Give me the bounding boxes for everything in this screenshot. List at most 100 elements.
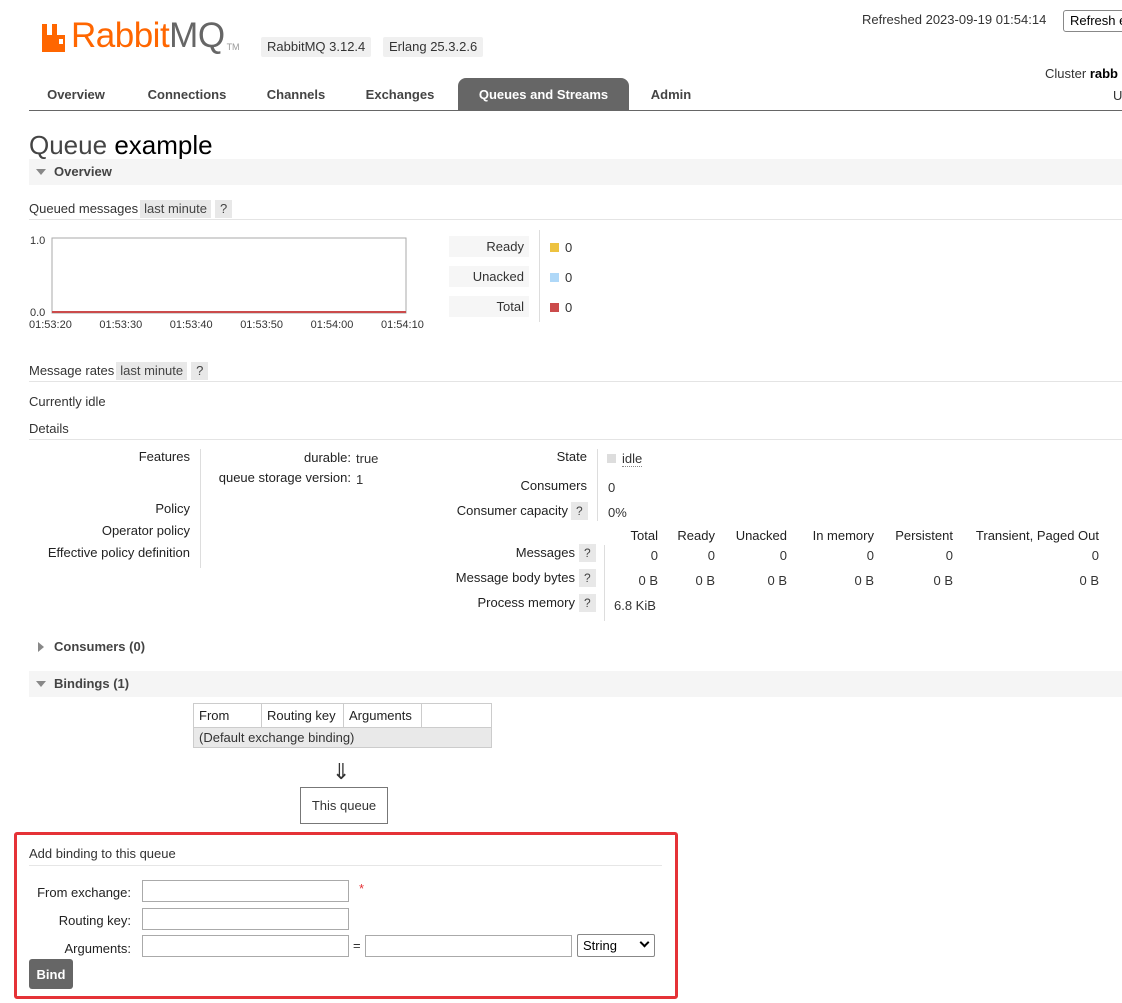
operator-policy-label: Operator policy bbox=[101, 523, 190, 538]
messages-transient: 0 bbox=[1091, 548, 1099, 563]
process-memory-value: 6.8 KiB bbox=[614, 598, 656, 613]
refresh-button[interactable]: Refresh e bbox=[1063, 10, 1122, 32]
legend-total-value: 0 bbox=[565, 300, 573, 315]
page-title: Queue example bbox=[29, 129, 213, 161]
message-rates-label: Message rates bbox=[29, 363, 115, 378]
queued-messages-range[interactable]: last minute bbox=[140, 200, 211, 218]
chart-xticks-group: 01:53:20 01:53:30 01:53:40 01:53:50 01:54:00… bbox=[29, 319, 424, 331]
legend-total-label: Total bbox=[449, 296, 529, 317]
chart-xtick-label: 01:54:00 bbox=[311, 319, 354, 331]
process-memory-label: Process memory bbox=[477, 595, 575, 610]
body-bytes-help[interactable]: ? bbox=[579, 569, 596, 587]
feature-storage-version-key: queue storage version: bbox=[218, 470, 351, 485]
from-exchange-input[interactable] bbox=[142, 880, 349, 902]
chart-xtick-label: 01:53:40 bbox=[170, 319, 213, 331]
bind-button[interactable]: Bind bbox=[29, 959, 73, 989]
routing-key-label: Routing key: bbox=[58, 913, 131, 928]
consumer-capacity-help[interactable]: ? bbox=[571, 502, 588, 520]
tab-queues-and-streams[interactable]: Queues and Streams bbox=[458, 78, 629, 110]
chart-xtick-label: 01:53:30 bbox=[99, 319, 142, 331]
queued-messages-header: Queued messages last minute? bbox=[29, 200, 1122, 220]
routing-key-input[interactable] bbox=[142, 908, 349, 930]
consumer-capacity-label: Consumer capacity bbox=[456, 503, 568, 518]
feature-durable-key: durable: bbox=[304, 450, 351, 465]
message-rates-range[interactable]: last minute bbox=[116, 362, 188, 380]
bindings-section-header[interactable]: Bindings (1) bbox=[29, 671, 1122, 697]
body-bytes-unacked: 0 B bbox=[767, 573, 787, 588]
col-persistent: Persistent bbox=[895, 528, 953, 543]
collapse-triangle-icon bbox=[36, 169, 46, 175]
bindings-table-header: From Routing key Arguments bbox=[193, 703, 492, 728]
bindings-table: From Routing key Arguments (Default exch… bbox=[193, 703, 492, 748]
logo-text-mq: MQ bbox=[169, 16, 225, 55]
state-value[interactable]: idle bbox=[622, 451, 643, 467]
details-stats-divider bbox=[604, 545, 605, 621]
default-exchange-binding: (Default exchange binding) bbox=[193, 727, 492, 748]
tab-exchanges[interactable]: Exchanges bbox=[351, 78, 449, 110]
features-label: Features bbox=[138, 449, 190, 464]
tab-admin[interactable]: Admin bbox=[637, 78, 705, 110]
effective-policy-label: Effective policy definition bbox=[47, 545, 190, 560]
equals-sign: = bbox=[353, 938, 361, 953]
this-queue-box: This queue bbox=[300, 787, 388, 824]
process-memory-help[interactable]: ? bbox=[579, 594, 596, 612]
body-bytes-persistent: 0 B bbox=[933, 573, 953, 588]
tab-channels[interactable]: Channels bbox=[251, 78, 341, 110]
details-label: Details bbox=[29, 421, 69, 436]
currently-idle-text: Currently idle bbox=[29, 394, 106, 409]
body-bytes-label: Message body bytes bbox=[455, 570, 575, 585]
state-label: State bbox=[556, 449, 587, 464]
tab-overview[interactable]: Overview bbox=[29, 78, 123, 110]
body-bytes-total: 0 B bbox=[638, 573, 658, 588]
argument-value-input[interactable] bbox=[365, 935, 572, 957]
feature-storage-version-value: 1 bbox=[356, 472, 364, 487]
chart-plot-area bbox=[51, 237, 407, 314]
erlang-version-badge: Erlang 25.3.2.6 bbox=[383, 37, 484, 57]
queued-messages-chart: 1.0 0.0 01:53:20 01:53:30 01:53:40 01:53:50… bbox=[29, 235, 424, 331]
rabbitmq-logo-icon bbox=[42, 24, 65, 52]
from-exchange-label: From exchange: bbox=[37, 885, 131, 900]
tab-connections[interactable]: Connections bbox=[132, 78, 242, 110]
chevron-down-icon bbox=[639, 937, 650, 948]
consumer-capacity-value: 0% bbox=[608, 505, 627, 520]
legend-unacked-swatch[interactable] bbox=[550, 273, 559, 282]
queued-messages-label: Queued messages bbox=[29, 201, 139, 216]
add-binding-title: Add binding to this queue bbox=[29, 846, 662, 866]
details-left-divider bbox=[200, 449, 201, 568]
legend-ready-swatch[interactable] bbox=[550, 243, 559, 252]
arguments-label: Arguments: bbox=[64, 941, 131, 956]
rabbitmq-logo[interactable]: RabbitMQ TM bbox=[40, 18, 240, 54]
details-right-divider bbox=[597, 449, 598, 521]
chart-ytick-top: 1.0 bbox=[30, 235, 45, 247]
consumers-section-title: Consumers (0) bbox=[54, 639, 146, 654]
state-indicator-icon bbox=[607, 454, 616, 463]
legend-total-swatch[interactable] bbox=[550, 303, 559, 312]
chart-xtick-label: 01:54:10 bbox=[381, 319, 424, 331]
overview-section-title: Overview bbox=[54, 164, 112, 179]
col-total: Total bbox=[630, 528, 658, 543]
body-bytes-in-memory: 0 B bbox=[854, 573, 874, 588]
messages-ready: 0 bbox=[707, 548, 715, 563]
details-header: Details bbox=[29, 420, 1122, 440]
argument-type-select[interactable]: String bbox=[577, 934, 655, 957]
messages-help[interactable]: ? bbox=[579, 544, 596, 562]
messages-unacked: 0 bbox=[779, 548, 787, 563]
message-rates-help[interactable]: ? bbox=[191, 362, 209, 380]
legend-ready-label: Ready bbox=[449, 236, 529, 257]
col-in-memory: In memory bbox=[812, 528, 874, 543]
chart-ytick-bottom: 0.0 bbox=[30, 307, 45, 319]
messages-in-memory: 0 bbox=[866, 548, 874, 563]
bindings-section-title: Bindings (1) bbox=[54, 676, 130, 691]
consumers-value: 0 bbox=[608, 480, 616, 495]
bindings-col-from: From bbox=[193, 703, 262, 728]
consumers-section-header[interactable]: Consumers (0) bbox=[29, 634, 1122, 660]
down-arrow-icon: ⇓ bbox=[332, 760, 351, 785]
legend-unacked-value: 0 bbox=[565, 270, 573, 285]
argument-key-input[interactable] bbox=[142, 935, 349, 957]
bindings-col-arguments: Arguments bbox=[343, 703, 422, 728]
overview-section-header[interactable]: Overview bbox=[29, 159, 1122, 185]
queued-messages-help[interactable]: ? bbox=[215, 200, 233, 218]
page-title-name: example bbox=[114, 130, 213, 160]
expand-triangle-icon bbox=[38, 642, 44, 652]
legend-divider bbox=[539, 230, 540, 322]
